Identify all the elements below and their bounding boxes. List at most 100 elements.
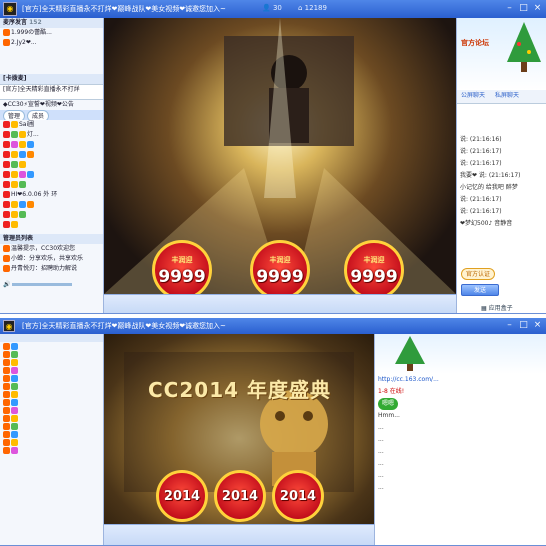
chat-line: 说: (21:16:17) [460,148,502,155]
gift-number: 2014 [221,489,259,504]
gift-badge[interactable]: 2014 [156,470,208,522]
tree-row[interactable] [0,430,103,438]
tree-row[interactable] [0,374,103,382]
room-id-value: 12189 [304,4,327,12]
chat-line: 说: (21:16:17) [460,208,502,215]
logo-icon: ◉ [3,2,17,16]
user-row[interactable] [0,200,103,210]
channel-sub-label: ◆CC30⚡宣誓❤视频❤公告 [3,101,74,108]
tree-row[interactable] [0,390,103,398]
user-row[interactable] [0,160,103,170]
user-row[interactable] [0,140,103,150]
chat-line: ... [378,448,384,455]
viewer-count: 👤 30 [262,4,282,12]
volume-icon[interactable]: 🔊 [3,281,10,288]
close-icon[interactable]: × [532,320,543,331]
user-label: 灯... [27,131,39,138]
tab-manage[interactable]: 管理 [3,110,26,120]
minimize-icon[interactable]: – [504,3,515,14]
user-row[interactable] [0,170,103,180]
user-row[interactable] [0,180,103,190]
bottom-window: ◉ [官方]全天精彩直播永不打烊❤巅峰战队❤美女视频❤诚邀您加入~ – □ × … [0,318,546,546]
gift-badge[interactable]: 2014 [272,470,324,522]
viewer-count-value: 30 [272,4,282,12]
app-box-label: 应用盒子 [488,305,513,312]
channel-sub[interactable]: ◆CC30⚡宣誓❤视频❤公告 [0,100,103,110]
app-box-button[interactable]: ▦ 应用盒子 [481,303,513,312]
tree-row[interactable] [0,422,103,430]
maximize-icon[interactable]: □ [518,320,529,331]
user-row[interactable]: Sai圃 [0,120,103,130]
user-row[interactable]: 灯... [0,130,103,140]
channel-row[interactable]: [官方]全天精彩直播永不打烊 [0,84,103,100]
verified-label: 官方认证 [461,268,496,280]
queue-item[interactable]: 1.999の蕾酷... [0,28,103,38]
forum-link[interactable]: 官方论坛 [461,38,489,48]
tree-row[interactable] [0,438,103,446]
video-player[interactable]: CC2014 年度盛典 2014 2014 2014 [104,334,374,524]
logo-icon: ◉ [3,320,15,332]
tree-row[interactable] [0,406,103,414]
tree-row[interactable] [0,358,103,366]
chat-tabs: 公屏聊天 私屏聊天 [457,90,546,104]
gift-badge[interactable]: 丰润迎 9999 [344,240,404,294]
right-banner [375,334,546,374]
admin-line-label: 温馨提示，CC30欢迎您 [11,245,76,252]
mic-hint[interactable]: [卡拨麦] [0,74,103,84]
window-title: [官方]全天精彩直播永不打烊❤巅峰战队❤美女视频❤诚邀您加入~ [22,5,226,13]
grid-icon: ▦ [481,305,487,312]
tree-row[interactable] [0,350,103,358]
user-row[interactable] [0,220,103,230]
tree-row[interactable] [0,366,103,374]
admin-line-label: 小蝉：分享欢乐，共享欢乐 [11,255,84,262]
tree-row[interactable] [0,382,103,390]
minimize-icon[interactable]: – [504,320,515,331]
admin-line-label: 丹青悦刃：招聘助力解说 [11,265,78,272]
tree-row[interactable] [0,446,103,454]
user-label: HI❤6.0.06 外 环 [11,191,58,198]
chat-line: ... [378,484,384,491]
tab-public-chat[interactable]: 公屏聊天 [457,90,489,102]
close-icon[interactable]: × [532,3,543,14]
user-row[interactable]: HI❤6.0.06 外 环 [0,190,103,200]
user-row[interactable] [0,150,103,160]
video-player[interactable]: 丰润迎 9999 丰润迎 9999 丰润迎 9999 [104,18,456,294]
chat-line: 嗯嗯 [375,398,546,410]
gift-label: 丰润迎 [171,256,193,264]
maximize-icon[interactable]: □ [518,3,529,14]
right-panel: 官方论坛 公屏聊天 私屏聊天 说: (21:16:16) 说: (21:16:1… [456,18,546,313]
chat-line: Hmm... [378,412,400,419]
chat-line: ... [378,460,384,467]
chat-pill: 嗯嗯 [378,398,399,410]
chat-link[interactable]: http://cc.163.com/... [375,374,546,386]
tree-row[interactable] [0,414,103,422]
chat-line: 小记忆的 给我吧 醉梦 [460,184,518,191]
tab-members[interactable]: 成员 [26,110,49,120]
user-row[interactable] [0,210,103,220]
tree-icon [507,22,541,72]
send-button[interactable]: 发送 [461,284,499,296]
queue-item[interactable]: 2.Jy2❤... [0,38,103,48]
user-label: Sai圃 [19,121,35,128]
gift-number: 9999 [256,267,304,287]
chat-line: ... [378,436,384,443]
gift-number: 9999 [158,267,206,287]
chat-line: 说: (21:16:16) [460,136,502,143]
left-panel: 麦序发言 152 1.999の蕾酷... 2.Jy2❤... [卡拨麦] [官方… [0,18,104,313]
gift-number: 2014 [279,489,317,504]
tab-private-chat[interactable]: 私屏聊天 [491,90,523,102]
gift-badge[interactable]: 丰润迎 9999 [152,240,212,294]
left-panel [0,334,104,545]
tree-row[interactable] [0,398,103,406]
tree-row[interactable] [0,342,103,350]
volume-slider[interactable] [12,283,73,286]
chat-line: ❤梦幻500♪ 音静音 [460,220,513,227]
chat-line: ... [378,472,384,479]
mic-header: 麦序发言 152 [0,18,103,28]
verified-pill[interactable]: 官方认证 [461,268,496,280]
gift-badge[interactable]: 2014 [214,470,266,522]
gift-label: 丰润迎 [363,256,385,264]
queue-item-label: 1.999の蕾酷... [11,29,52,36]
gift-badge[interactable]: 丰润迎 9999 [250,240,310,294]
queue-item-label: 2.Jy2❤... [11,39,37,46]
